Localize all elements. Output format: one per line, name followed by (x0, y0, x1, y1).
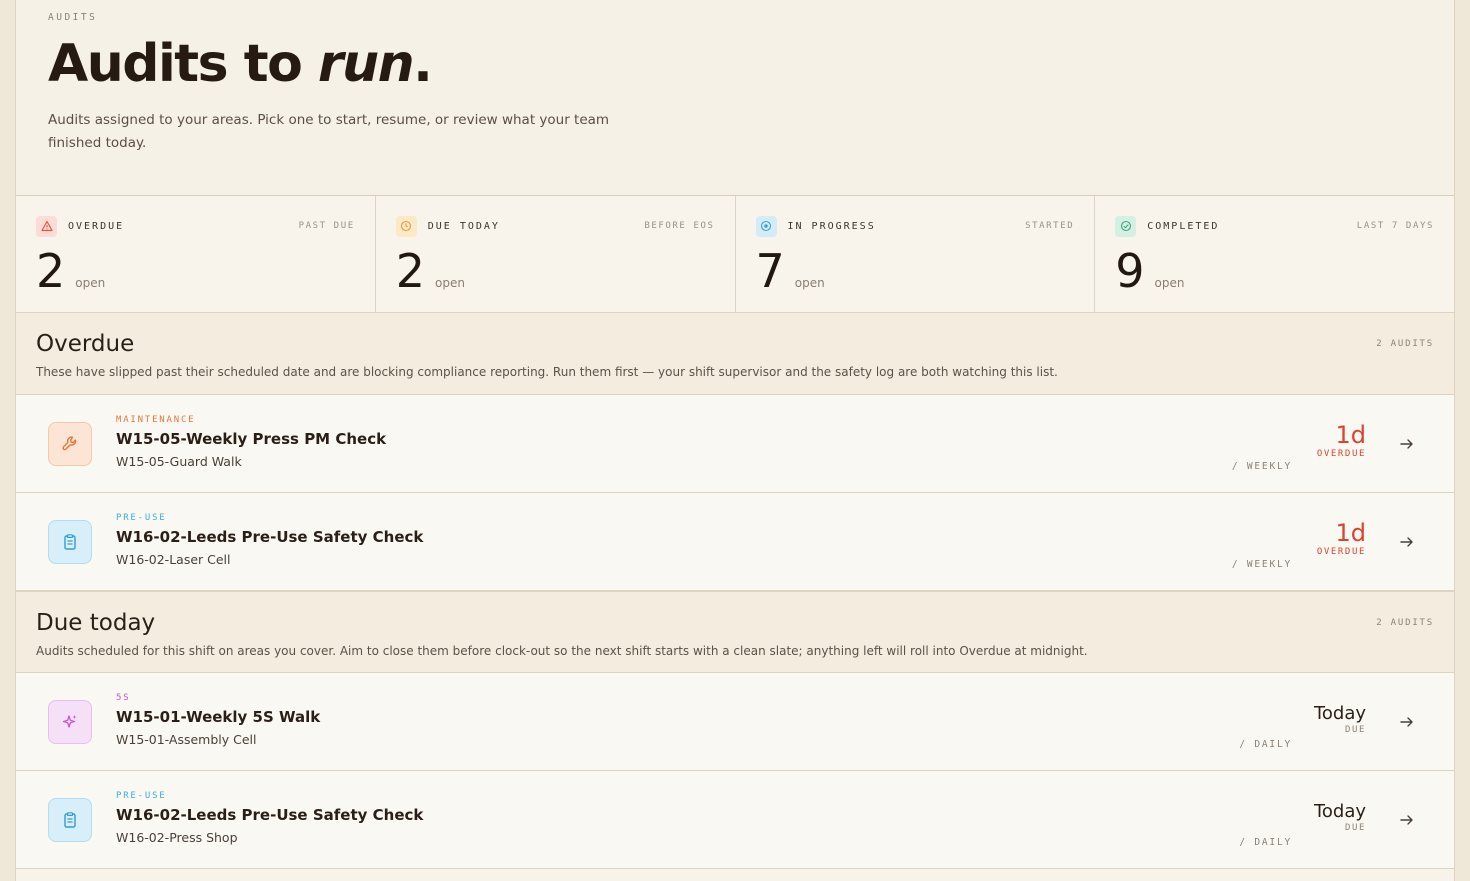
stat-unit: open (435, 276, 465, 290)
stat-note: BEFORE EOS (644, 221, 715, 231)
stat-label: IN PROGRESS (787, 220, 876, 232)
page-title: Audits to run. (48, 33, 1422, 95)
section-count: 2 AUDITS (1376, 618, 1434, 628)
clock-icon (395, 215, 417, 237)
audit-due: 1d OVERDUE (1317, 519, 1366, 557)
due-value: Today (1313, 703, 1366, 724)
audit-location: W16-02-Laser Cell (116, 552, 231, 567)
warning-triangle-icon (36, 215, 57, 237)
audit-due: 1d OVERDUE (1317, 421, 1366, 459)
audit-frequency: / DAILY (1239, 837, 1292, 848)
stat-unit: open (75, 276, 106, 290)
stat-value: 2 (395, 244, 426, 298)
audit-due: Today DUE (1314, 703, 1366, 735)
stat-label: DUE TODAY (427, 220, 500, 232)
stat-note: PAST DUE (298, 221, 355, 231)
audit-category: 5S (116, 693, 131, 703)
section-count: 2 AUDITS (1376, 339, 1434, 349)
clipboard-icon (48, 520, 92, 564)
section-title: Due today (36, 610, 156, 636)
stat-due-today[interactable]: DUE TODAY BEFORE EOS 2 open (376, 196, 736, 312)
audit-name: W15-01-Weekly 5S Walk (116, 708, 321, 726)
audit-row[interactable]: 5S W15-01-Weekly 5S Walk W15-01-Assembly… (16, 673, 1454, 771)
stat-completed[interactable]: COMPLETED LAST 7 DAYS 9 open (1095, 196, 1454, 312)
audit-frequency: / WEEKLY (1231, 461, 1292, 472)
due-value: Today (1313, 801, 1366, 822)
stat-unit: open (794, 276, 825, 290)
stat-value: 9 (1115, 244, 1145, 298)
audit-category: PRE-USE (116, 513, 167, 523)
page-subtitle: Audits assigned to your areas. Pick one … (48, 112, 610, 151)
stat-value: 2 (36, 244, 66, 298)
stat-in-progress[interactable]: IN PROGRESS STARTED 7 open (736, 196, 1096, 312)
audit-location: W15-05-Guard Walk (116, 454, 242, 469)
arrow-right-icon[interactable] (1398, 435, 1416, 453)
audit-row[interactable]: MAINTENANCE W15-05-Weekly Press PM Check… (16, 395, 1454, 493)
page-eyebrow: AUDITS (48, 12, 98, 23)
section-due-today-header: Due today 2 AUDITS Audits scheduled for … (16, 591, 1454, 673)
title-end: . (413, 34, 433, 94)
audit-frequency: / DAILY (1239, 739, 1292, 750)
section-title: Overdue (36, 331, 135, 357)
page-header: AUDITS Audits to run. Audits assigned to… (16, 0, 1454, 196)
arrow-right-icon[interactable] (1398, 811, 1416, 829)
stat-note: LAST 7 DAYS (1356, 221, 1434, 231)
audit-category: MAINTENANCE (116, 415, 196, 425)
audit-due: Today DUE (1314, 801, 1366, 833)
clipboard-icon (48, 798, 92, 842)
section-description: Audits scheduled for this shift on areas… (36, 644, 1088, 658)
audit-name: W16-02-Leeds Pre-Use Safety Check (116, 806, 424, 824)
sparkle-icon (48, 700, 92, 744)
arrow-right-icon[interactable] (1398, 713, 1416, 731)
audit-location: W15-01-Assembly Cell (116, 732, 257, 747)
stat-note: STARTED (1025, 221, 1075, 231)
title-main: Audits to (48, 34, 318, 94)
audit-row[interactable]: PRE-USE W16-02-Leeds Pre-Use Safety Chec… (16, 771, 1454, 869)
stat-label: COMPLETED (1147, 220, 1220, 232)
audit-category: PRE-USE (116, 791, 167, 801)
stat-label: OVERDUE (68, 220, 125, 232)
audit-name: W15-05-Weekly Press PM Check (116, 430, 387, 448)
due-label: DUE (1344, 823, 1366, 833)
stat-unit: open (1154, 276, 1185, 290)
audit-frequency: / WEEKLY (1231, 559, 1292, 570)
wrench-icon (48, 422, 92, 466)
due-value: 1d (1335, 519, 1366, 547)
section-overdue-header: Overdue 2 AUDITS These have slipped past… (16, 313, 1454, 395)
title-emphasis: run (317, 34, 415, 94)
due-label: DUE (1344, 725, 1366, 735)
due-label: OVERDUE (1316, 449, 1366, 459)
section-description: These have slipped past their scheduled … (36, 365, 1058, 379)
stat-overdue[interactable]: OVERDUE PAST DUE 2 open (16, 196, 376, 312)
progress-circle-icon (755, 215, 777, 237)
due-label: OVERDUE (1316, 547, 1366, 557)
audit-row[interactable]: PRE-USE W16-02-Leeds Pre-Use Safety Chec… (16, 493, 1454, 591)
check-circle-icon (1115, 215, 1137, 237)
stats-bar: OVERDUE PAST DUE 2 open DUE TODAY BEFORE… (16, 196, 1454, 313)
due-value: 1d (1335, 421, 1366, 449)
stat-value: 7 (755, 244, 785, 298)
arrow-right-icon[interactable] (1398, 533, 1416, 551)
audit-location: W16-02-Press Shop (116, 830, 238, 845)
audits-page: AUDITS Audits to run. Audits assigned to… (15, 0, 1455, 881)
audit-name: W16-02-Leeds Pre-Use Safety Check (116, 528, 424, 546)
